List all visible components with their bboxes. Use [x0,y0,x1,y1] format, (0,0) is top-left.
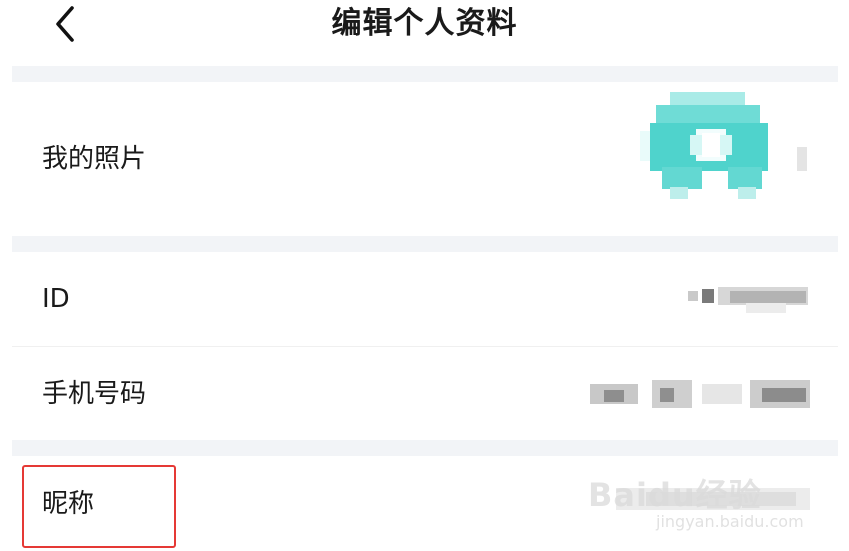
phone-value-blurred [590,376,810,412]
id-value-blurred [688,285,808,315]
photo-label: 我的照片 [42,144,147,174]
section-separator [12,440,838,456]
watermark-subtext: jingyan.baidu.com [656,512,804,531]
page-title: 编辑个人资料 [331,6,518,41]
id-label: ID [42,284,70,314]
chevron-right-icon [797,147,807,171]
header-bar: 编辑个人资料 [0,0,849,64]
watermark-text: Baidu经验 [588,476,762,514]
avatar[interactable] [640,87,775,205]
section-separator [12,236,838,252]
highlight-box [22,465,176,548]
phone-label: 手机号码 [42,379,147,409]
avatar-image [640,92,768,199]
section-separator [12,66,838,82]
watermark: Baidu经验 jingyan.baidu.com [588,470,818,542]
